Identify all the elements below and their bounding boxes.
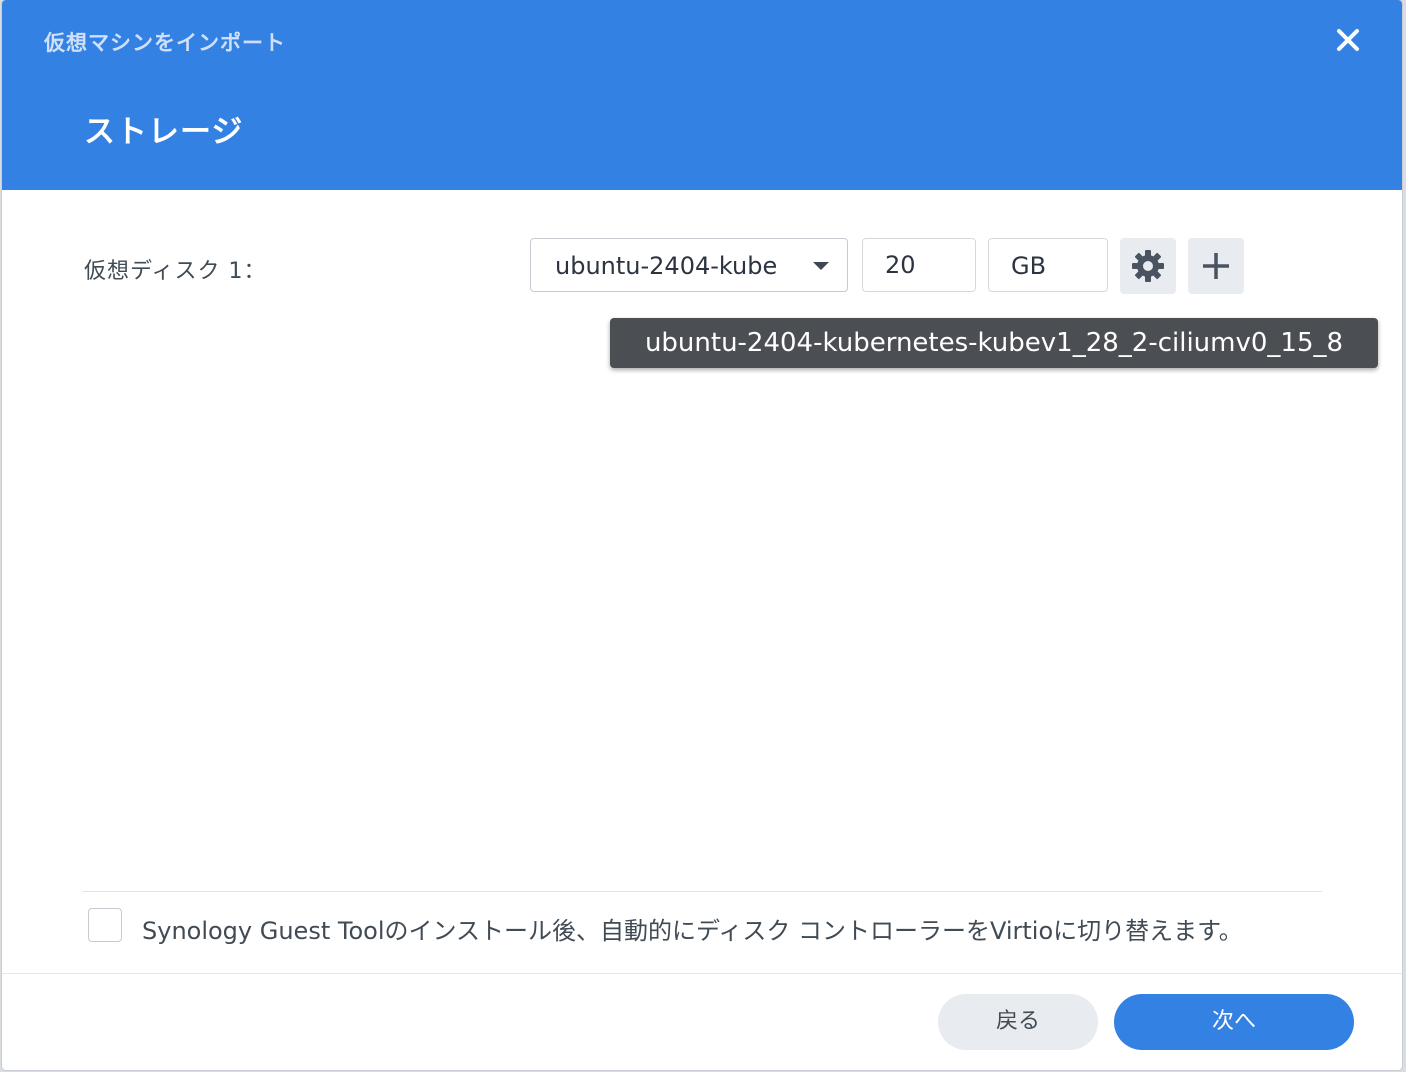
- caret-down-icon: [813, 262, 829, 270]
- virtio-switch-checkbox[interactable]: [88, 908, 122, 942]
- close-icon: [1337, 29, 1359, 51]
- back-button[interactable]: 戻る: [938, 994, 1098, 1050]
- section-divider: [82, 891, 1322, 892]
- disk-settings-button[interactable]: [1120, 238, 1176, 294]
- disk-image-selected-value: ubuntu-2404-kube: [555, 252, 778, 280]
- disk-unit-value: GB: [1011, 252, 1047, 280]
- dialog-header: 仮想マシンをインポート ストレージ: [2, 0, 1402, 190]
- import-vm-dialog: 仮想マシンをインポート ストレージ 仮想ディスク 1： ubuntu-2404-…: [2, 0, 1402, 1070]
- disk-image-tooltip: ubuntu-2404-kubernetes-kubev1_28_2-ciliu…: [610, 318, 1378, 368]
- disk-size-input[interactable]: [862, 238, 976, 292]
- add-disk-button[interactable]: [1188, 238, 1244, 294]
- plus-icon: [1203, 253, 1229, 279]
- next-button[interactable]: 次へ: [1114, 994, 1354, 1050]
- gear-icon: [1132, 250, 1164, 282]
- close-button[interactable]: [1330, 22, 1366, 58]
- virtio-switch-label: Synology Guest Toolのインストール後、自動的にディスク コント…: [142, 917, 1243, 945]
- footer-divider: [2, 973, 1402, 974]
- virtual-disk-label: 仮想ディスク 1：: [84, 259, 267, 284]
- step-title: ストレージ: [84, 114, 244, 150]
- window-title: 仮想マシンをインポート: [44, 31, 286, 55]
- disk-image-select[interactable]: ubuntu-2404-kube: [530, 238, 848, 292]
- disk-unit-select[interactable]: GB: [988, 238, 1108, 292]
